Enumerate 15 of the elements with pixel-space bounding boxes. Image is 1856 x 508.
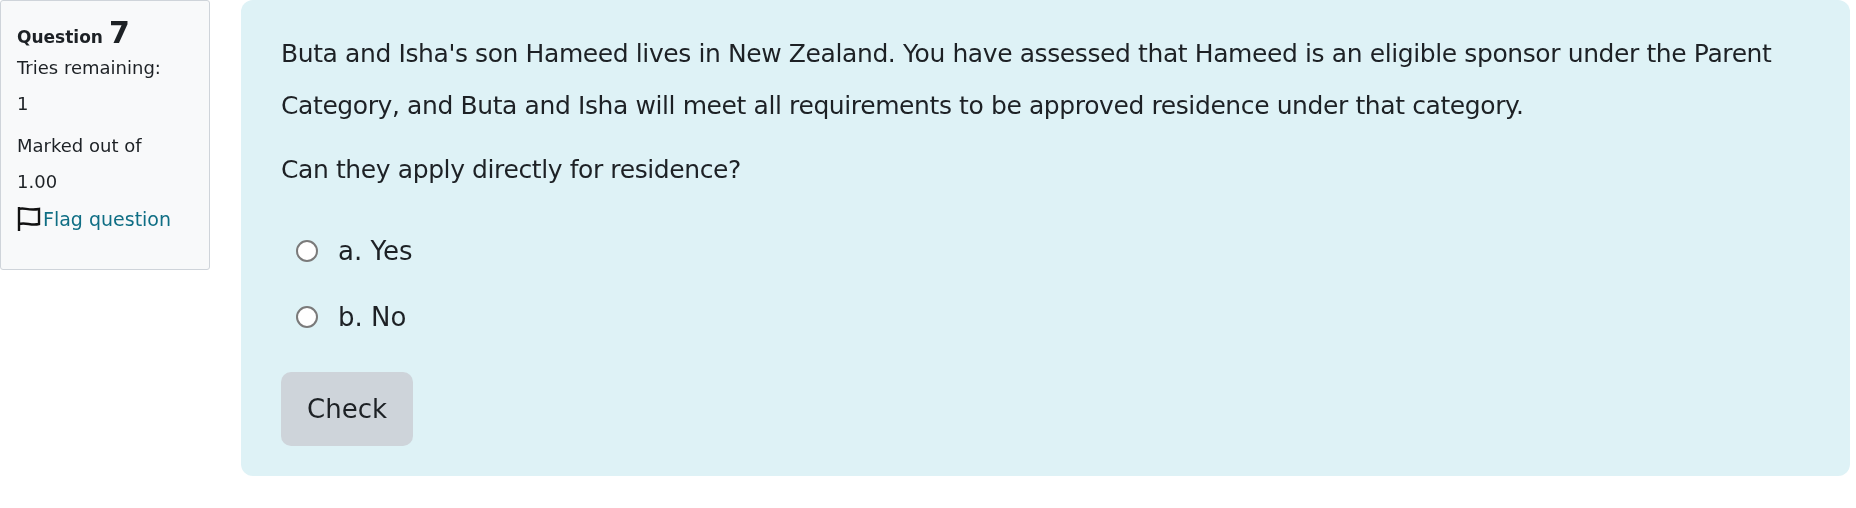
check-button[interactable]: Check — [281, 372, 413, 446]
flag-icon[interactable] — [17, 206, 41, 232]
question-text: Buta and Isha's son Hameed lives in New Zealand. You have assessed that Hameed is an eligible sponsor under the Parent Category, and Buta and Isha will meet all requirements to be approved residence under that category. — [281, 38, 1773, 122]
tries-label: Tries remaining: — [17, 56, 162, 80]
radio-button[interactable] — [296, 240, 318, 262]
marked-value: 1.00 — [17, 170, 59, 194]
radio-button[interactable] — [296, 306, 318, 328]
question-number: 7 — [108, 15, 130, 50]
tries-value: 1 — [17, 92, 30, 116]
question-text: Can they apply directly for residence? — [281, 154, 742, 186]
flag-question-link[interactable]: Flag question — [43, 208, 172, 230]
question-label: Question — [17, 27, 103, 47]
answer-option[interactable]: b. No — [338, 302, 407, 332]
answer-option[interactable]: a. Yes — [338, 236, 413, 266]
marked-label: Marked out of — [17, 134, 143, 158]
